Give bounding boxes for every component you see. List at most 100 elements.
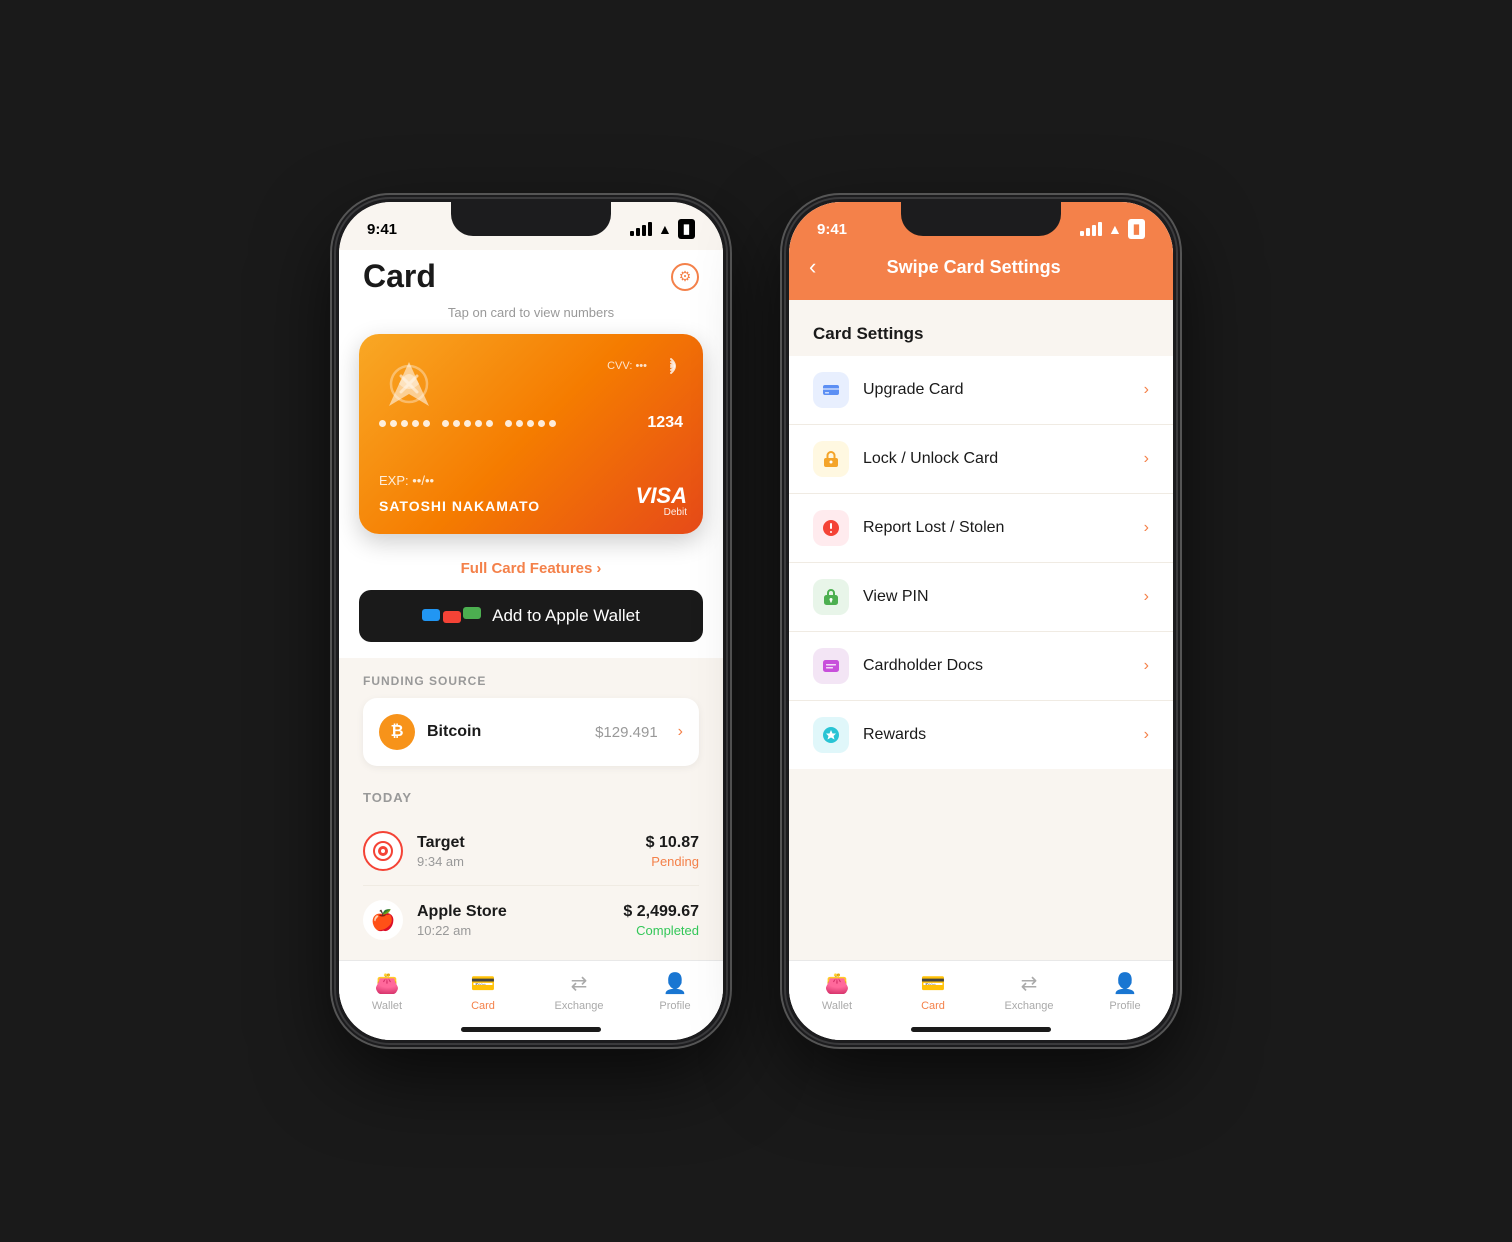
- settings-item-pin[interactable]: View PIN ›: [789, 563, 1173, 632]
- card-title-row: Card ⚙: [339, 250, 723, 299]
- tab-profile-2[interactable]: 👤 Profile: [1077, 971, 1173, 1012]
- target-tx-amount: $ 10.87: [646, 834, 699, 852]
- exchange-tab-icon-2: ⇄: [1021, 971, 1038, 996]
- notch-2: [901, 202, 1061, 236]
- funding-chevron-icon: ›: [678, 723, 683, 741]
- wifi-icon-2: ▲: [1108, 221, 1122, 237]
- apple-icon: 🍎: [363, 900, 403, 940]
- status-time-2: 9:41: [817, 221, 847, 238]
- settings-header: ‹ Swipe Card Settings: [789, 250, 1173, 300]
- signal-bars-icon-2: [1080, 222, 1102, 236]
- apple-tx-name: Apple Store: [417, 903, 609, 921]
- settings-body: Card Settings Upgrade Card: [789, 300, 1173, 960]
- funding-item[interactable]: ₿ Bitcoin $129.491 ›: [363, 698, 699, 766]
- target-tx-time: 9:34 am: [417, 854, 632, 869]
- target-icon: [363, 831, 403, 871]
- card-last-digits: 1234: [647, 414, 683, 432]
- phone-1: 9:41 ▲ ▮ Card ⚙: [336, 199, 726, 1043]
- wallet-tab-label-2: Wallet: [822, 1000, 852, 1012]
- settings-item-docs[interactable]: Cardholder Docs ›: [789, 632, 1173, 701]
- credit-card-wrapper: CVV: •••: [339, 334, 723, 550]
- settings-list: Upgrade Card ›: [789, 356, 1173, 769]
- contactless-icon: [659, 354, 683, 384]
- settings-item-lock[interactable]: Lock / Unlock Card ›: [789, 425, 1173, 494]
- card-holder-name: SATOSHI NAKAMATO: [379, 498, 540, 514]
- tab-bar-indicator-2: [911, 1027, 1051, 1032]
- settings-gear-button[interactable]: ⚙: [671, 263, 699, 291]
- bitcoin-icon: ₿: [379, 714, 415, 750]
- card-number-row: 1234: [379, 414, 683, 432]
- page-title: Card: [363, 258, 436, 295]
- rewards-icon: [813, 717, 849, 753]
- tab-bar: 👛 Wallet 💳 Card ⇄ Exchange 👤 Profile: [339, 960, 723, 1040]
- battery-icon-2: ▮: [1128, 219, 1145, 239]
- status-icons: ▲ ▮: [630, 219, 695, 239]
- profile-tab-label: Profile: [659, 1000, 690, 1012]
- battery-icon: ▮: [678, 219, 695, 239]
- card-tab-icon: 💳: [471, 971, 496, 996]
- phones-container: 9:41 ▲ ▮ Card ⚙: [336, 199, 1176, 1043]
- credit-card[interactable]: CVV: •••: [359, 334, 703, 534]
- report-icon: [813, 510, 849, 546]
- card-brand-logo: [379, 354, 439, 414]
- signal-bars-icon: [630, 222, 652, 236]
- funding-name: Bitcoin: [427, 723, 481, 741]
- lock-card-chevron: ›: [1144, 450, 1149, 468]
- view-pin-chevron: ›: [1144, 588, 1149, 606]
- settings-item-upgrade[interactable]: Upgrade Card ›: [789, 356, 1173, 425]
- tab-exchange-2[interactable]: ⇄ Exchange: [981, 971, 1077, 1012]
- apple-wallet-button[interactable]: Add to Apple Wallet: [359, 590, 703, 642]
- tab-wallet-2[interactable]: 👛 Wallet: [789, 971, 885, 1012]
- exchange-tab-icon: ⇄: [571, 971, 588, 996]
- target-tx-info: Target 9:34 am: [417, 834, 632, 869]
- rewards-label: Rewards: [863, 726, 1130, 744]
- wallet-tab-icon-2: 👛: [825, 971, 850, 996]
- settings-section-title: Card Settings: [789, 300, 1173, 356]
- full-features-link: Full Card Features ›: [339, 550, 723, 590]
- tab-card[interactable]: 💳 Card: [435, 971, 531, 1012]
- rewards-chevron: ›: [1144, 726, 1149, 744]
- apple-wallet-button-wrapper: Add to Apple Wallet: [339, 590, 723, 658]
- target-tx-name: Target: [417, 834, 632, 852]
- profile-tab-icon-2: 👤: [1113, 971, 1138, 996]
- tab-profile[interactable]: 👤 Profile: [627, 971, 723, 1012]
- docs-chevron: ›: [1144, 657, 1149, 675]
- card-network: VISA Debit: [636, 485, 687, 518]
- settings-item-rewards[interactable]: Rewards ›: [789, 701, 1173, 769]
- apple-tx-time: 10:22 am: [417, 923, 609, 938]
- funding-section: FUNDING SOURCE ₿ Bitcoin $129.491 ›: [339, 658, 723, 774]
- tab-exchange[interactable]: ⇄ Exchange: [531, 971, 627, 1012]
- wallet-tab-icon: 👛: [375, 971, 400, 996]
- full-features-button[interactable]: Full Card Features ›: [461, 560, 602, 577]
- tab-card-2[interactable]: 💳 Card: [885, 971, 981, 1012]
- status-icons-2: ▲ ▮: [1080, 219, 1145, 239]
- tab-wallet[interactable]: 👛 Wallet: [339, 971, 435, 1012]
- tab-bar-2: 👛 Wallet 💳 Card ⇄ Exchange 👤 Profile: [789, 960, 1173, 1040]
- tab-bar-indicator: [461, 1027, 601, 1032]
- settings-screen: 9:41 ▲ ▮ ‹ Swipe Car: [789, 202, 1173, 1040]
- target-tx-status: Pending: [646, 854, 699, 869]
- exchange-tab-label: Exchange: [555, 1000, 604, 1012]
- target-tx-amounts: $ 10.87 Pending: [646, 834, 699, 869]
- profile-tab-label-2: Profile: [1109, 1000, 1140, 1012]
- docs-icon: [813, 648, 849, 684]
- apple-wallet-icon: [422, 609, 482, 623]
- docs-label: Cardholder Docs: [863, 657, 1130, 675]
- phone-2: 9:41 ▲ ▮ ‹ Swipe Car: [786, 199, 1176, 1043]
- lock-card-label: Lock / Unlock Card: [863, 450, 1130, 468]
- card-tab-label-2: Card: [921, 1000, 945, 1012]
- settings-item-report[interactable]: Report Lost / Stolen ›: [789, 494, 1173, 563]
- report-card-label: Report Lost / Stolen: [863, 519, 1130, 537]
- apple-tx-amount: $ 2,499.67: [623, 903, 699, 921]
- upgrade-card-chevron: ›: [1144, 381, 1149, 399]
- apple-tx-amounts: $ 2,499.67 Completed: [623, 903, 699, 938]
- upgrade-card-label: Upgrade Card: [863, 381, 1130, 399]
- back-button[interactable]: ‹: [809, 250, 824, 284]
- card-tab-label: Card: [471, 1000, 495, 1012]
- transaction-apple[interactable]: 🍎 Apple Store 10:22 am $ 2,499.67 Comple…: [363, 886, 699, 954]
- transactions-section: TODAY Target 9:34 am: [339, 774, 723, 960]
- wifi-icon: ▲: [658, 221, 672, 237]
- today-label: TODAY: [363, 790, 699, 805]
- transaction-target[interactable]: Target 9:34 am $ 10.87 Pending: [363, 817, 699, 886]
- apple-wallet-label: Add to Apple Wallet: [492, 606, 640, 626]
